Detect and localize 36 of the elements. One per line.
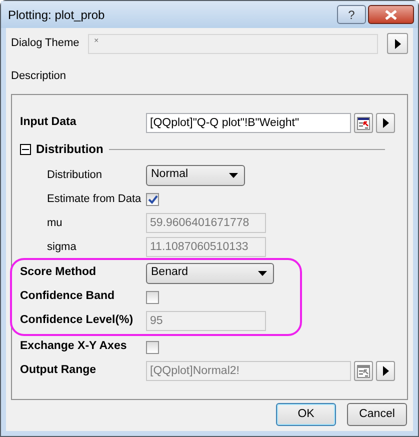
- range-picker-icon: [357, 116, 370, 130]
- caret-icon: [258, 270, 267, 276]
- close-button[interactable]: [368, 5, 414, 24]
- window-title: Plotting: plot_prob: [8, 6, 106, 24]
- range-field[interactable]: [QQplot]"Q-Q plot"!B"Weight": [146, 113, 351, 133]
- field-label: sigma: [47, 240, 78, 255]
- field-label: Confidence Level(%): [20, 313, 134, 328]
- play-icon: [382, 118, 388, 128]
- play-icon: [394, 38, 400, 48]
- field-label: Distribution: [47, 168, 104, 183]
- field-label: mu: [47, 216, 64, 231]
- field-label: Output Range: [20, 363, 98, 378]
- range-picker-icon: [357, 364, 370, 378]
- collapse-button[interactable]: [20, 144, 31, 154]
- arrow-button[interactable]: [387, 33, 408, 54]
- help-button[interactable]: ?: [337, 5, 366, 24]
- close-icon: [385, 10, 397, 20]
- ok-button[interactable]: OK: [276, 403, 336, 426]
- cancel-button[interactable]: Cancel: [347, 403, 407, 426]
- caret-icon: [229, 172, 238, 178]
- field-label: Exchange X-Y Axes: [20, 339, 128, 354]
- arrow-button[interactable]: [376, 113, 395, 133]
- play-icon: [382, 366, 388, 376]
- dialog-theme-field[interactable]: ×: [88, 34, 378, 54]
- range-picker-button[interactable]: [354, 113, 373, 133]
- checkbox[interactable]: [146, 340, 159, 354]
- check-icon: [148, 194, 158, 204]
- field-label: Confidence Band: [20, 289, 116, 304]
- section-title: Distribution: [36, 141, 104, 158]
- field-label: Estimate from Data: [47, 192, 142, 207]
- description-label: Description: [11, 69, 68, 82]
- checkbox[interactable]: [146, 192, 159, 206]
- dialog-theme-label: Dialog Theme: [11, 36, 80, 52]
- field-label: Input Data: [20, 115, 78, 130]
- field-label: Score Method: [20, 265, 98, 280]
- dropdown[interactable]: Normal: [146, 164, 245, 186]
